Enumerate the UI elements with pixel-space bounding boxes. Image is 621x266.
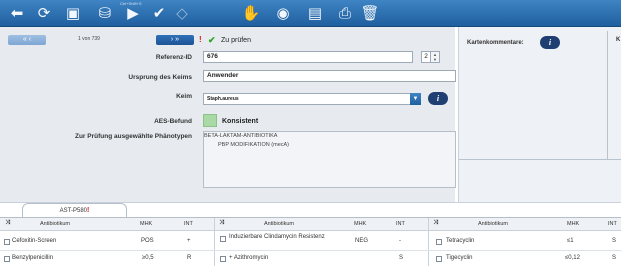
origin-field[interactable]: Anwender [203, 70, 456, 82]
phenotype-label: Zur Prüfung ausgewählte Phänotypen [74, 133, 192, 140]
database-icon[interactable]: ⛁ [94, 3, 116, 23]
mhk-value: POS [141, 238, 154, 244]
sort-icon[interactable]: ⤨ [433, 220, 438, 227]
reference-id-stepper[interactable]: 2 [421, 51, 431, 63]
int-value: S [612, 255, 617, 261]
germ-dropdown-icon[interactable]: ▼ [410, 93, 421, 105]
aes-status-text: Konsistent [222, 118, 259, 125]
phenotype-item[interactable]: PBP MODIFIKATION (mecA) [218, 142, 289, 148]
reference-id-label: Referenz-ID [155, 54, 192, 61]
column-header[interactable]: INT [396, 221, 405, 227]
back-arrow-icon[interactable]: ⬅ [6, 3, 28, 23]
germ-info-icon[interactable]: i [428, 92, 448, 105]
patient-icon[interactable]: ▣ [62, 3, 84, 23]
next-record-button[interactable]: › » [156, 35, 194, 45]
comments-panel [458, 27, 621, 202]
int-value: S [399, 255, 404, 261]
eraser-icon[interactable]: ◇ [171, 3, 193, 23]
int-value: R [187, 255, 192, 261]
column-header[interactable]: INT [608, 221, 617, 227]
column-separator [214, 218, 215, 266]
row-checkbox[interactable] [220, 256, 226, 262]
column-header[interactable]: Antibiotikum [40, 221, 70, 227]
table-header-row [0, 218, 621, 231]
status-required-mark: ! [199, 35, 202, 44]
column-header[interactable]: Antibiotikum [264, 221, 294, 227]
row-divider [0, 250, 621, 251]
row-checkbox[interactable] [436, 239, 442, 245]
sort-icon[interactable]: ⤨ [219, 220, 224, 227]
column-header[interactable]: MHK [567, 221, 579, 227]
row-checkbox[interactable] [436, 256, 442, 262]
antibiotic-name: Benzylpenicillin [12, 255, 54, 261]
panel-divider [459, 159, 621, 160]
tab-required-mark: ! [87, 207, 90, 214]
print-icon[interactable]: ⎙ [334, 3, 356, 23]
status-check-icon: ✔ [208, 35, 216, 45]
stepper-arrows-icon[interactable]: ▲ ▼ [431, 51, 440, 63]
column-header[interactable]: MHK [354, 221, 366, 227]
row-checkbox[interactable] [220, 236, 226, 242]
tab-label: AST-P580 [59, 208, 87, 214]
row-checkbox[interactable] [4, 239, 10, 245]
refresh-icon[interactable]: ⟳ [33, 3, 55, 23]
phenotype-group: BETA-LAKTAM-ANTIBIOTIKA [204, 133, 278, 139]
antibiotics-table: ⤨ Antibiotikum MHK INT ⤨ Antibiotikum MH… [0, 217, 621, 266]
check-icon[interactable]: ✔ [148, 3, 170, 23]
card-comments-info-icon[interactable]: i [540, 36, 560, 49]
aes-status-indicator [203, 114, 217, 127]
column-header[interactable]: MHK [140, 221, 152, 227]
antibiotic-name: Tigecyclin [446, 255, 473, 261]
origin-label: Ursprung des Keims [128, 74, 192, 81]
antibiotic-name: Tetracyclin [446, 238, 475, 244]
sort-icon[interactable]: ⤨ [5, 220, 10, 227]
panel-divider [607, 31, 608, 159]
hand-icon[interactable]: ✋ [240, 3, 262, 23]
row-checkbox[interactable] [4, 256, 10, 262]
int-value: S [612, 238, 617, 244]
tab-ast-p580[interactable]: AST-P580! [22, 203, 127, 217]
int-value: + [187, 238, 191, 244]
play-icon[interactable]: ▶ [122, 3, 144, 23]
toolbar: ⬅ ⟳ ▣ ⛁ Ctrl+Shift+S ▶ ✔ ◇ ✋ ◉ ▤ ⎙ 🗑 [0, 0, 621, 27]
status-text: Zu prüfen [221, 37, 251, 44]
phenotype-list[interactable] [203, 131, 456, 188]
column-header[interactable]: Antibiotikum [478, 221, 508, 227]
reference-id-field[interactable]: 676 [203, 51, 413, 63]
antibiotic-name: + Azithromycin [229, 255, 269, 261]
card-comments-label: Kartenkommentare: [467, 40, 524, 46]
mhk-value: ≥0,5 [142, 255, 154, 261]
mhk-value: ≤1 [567, 238, 574, 244]
eye-search-icon[interactable]: ◉ [272, 3, 294, 23]
int-value: - [399, 238, 401, 244]
mhk-value: ≤0,12 [565, 255, 580, 261]
delete-icon[interactable]: 🗑 [359, 3, 381, 23]
antibiotic-name: Cefoxitin-Screen [12, 238, 57, 244]
record-counter: 1 von 739 [78, 36, 100, 42]
previous-record-button[interactable]: « ‹ [8, 35, 46, 45]
germ-select[interactable]: Staph.aureus [203, 93, 411, 105]
cut-label: K [616, 37, 621, 43]
column-header[interactable]: INT [184, 221, 193, 227]
column-separator [428, 218, 429, 266]
record-pager: « ‹ 1 von 739 › » [8, 35, 194, 45]
germ-label: Keim [176, 93, 192, 100]
mhk-value: NEG [355, 238, 369, 244]
antibiotic-name: Induzierbare Clindamycin Resistenz [229, 234, 325, 240]
aes-label: AES-Befund [154, 118, 192, 125]
save-icon[interactable]: ▤ [304, 3, 326, 23]
